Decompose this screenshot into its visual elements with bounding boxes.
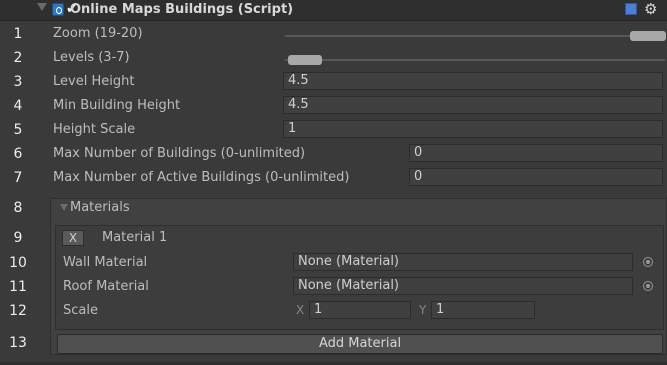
scale-y-label: Y (419, 303, 427, 317)
roof-material-label: Roof Material (63, 279, 149, 294)
line-number: 13 (9, 335, 27, 351)
min-building-height-field[interactable]: 4.5 (283, 96, 663, 114)
scale-x-label: X (296, 303, 305, 317)
materials-label[interactable]: Materials (70, 200, 130, 215)
zoom-slider-track[interactable] (285, 35, 665, 37)
foldout-arrow-icon[interactable] (37, 3, 47, 11)
zoom-label: Zoom (19-20) (53, 26, 143, 41)
max-buildings-field[interactable]: 0 (409, 144, 663, 162)
line-number: 11 (9, 279, 27, 295)
line-number: 6 (13, 146, 23, 162)
level-height-label: Level Height (53, 74, 135, 89)
component-title: Online Maps Buildings (Script) (70, 2, 294, 17)
line-number: 1 (13, 26, 23, 42)
min-building-height-label: Min Building Height (53, 98, 181, 113)
line-number: 3 (13, 74, 23, 90)
script-icon (52, 3, 64, 16)
levels-label: Levels (3-7) (53, 50, 130, 65)
gear-icon[interactable]: ⚙ (644, 0, 657, 18)
wall-material-label: Wall Material (63, 255, 148, 270)
wall-material-field[interactable]: None (Material) (293, 253, 633, 271)
line-number: 7 (13, 170, 23, 186)
scale-x-field[interactable]: 1 (309, 301, 411, 319)
remove-material-button[interactable]: X (62, 230, 84, 246)
line-number: 2 (13, 50, 23, 66)
max-active-buildings-label: Max Number of Active Buildings (0-unlimi… (53, 170, 350, 185)
zoom-slider-handle[interactable] (630, 31, 666, 41)
level-height-field[interactable]: 4.5 (283, 72, 663, 90)
levels-slider-track[interactable] (285, 59, 665, 61)
max-active-buildings-field[interactable]: 0 (409, 168, 663, 186)
levels-slider-handle[interactable] (288, 55, 322, 65)
roof-material-field[interactable]: None (Material) (293, 277, 633, 295)
line-number: 9 (13, 230, 23, 246)
height-scale-label: Height Scale (53, 122, 136, 137)
line-number: 12 (9, 303, 27, 319)
height-scale-field[interactable]: 1 (283, 120, 663, 138)
roof-material-picker-icon[interactable] (643, 281, 653, 291)
help-icon[interactable] (625, 3, 637, 15)
line-number: 4 (13, 98, 23, 114)
material-title: Material 1 (102, 230, 168, 245)
max-buildings-label: Max Number of Buildings (0-unlimited) (53, 146, 306, 161)
line-number: 8 (13, 200, 23, 216)
materials-foldout-arrow-icon[interactable] (60, 204, 68, 211)
wall-material-picker-icon[interactable] (643, 257, 653, 267)
scale-label: Scale (63, 303, 98, 318)
add-material-button[interactable]: Add Material (57, 334, 663, 354)
line-number: 5 (13, 122, 23, 138)
line-number: 10 (9, 255, 27, 271)
scale-y-field[interactable]: 1 (431, 301, 535, 319)
